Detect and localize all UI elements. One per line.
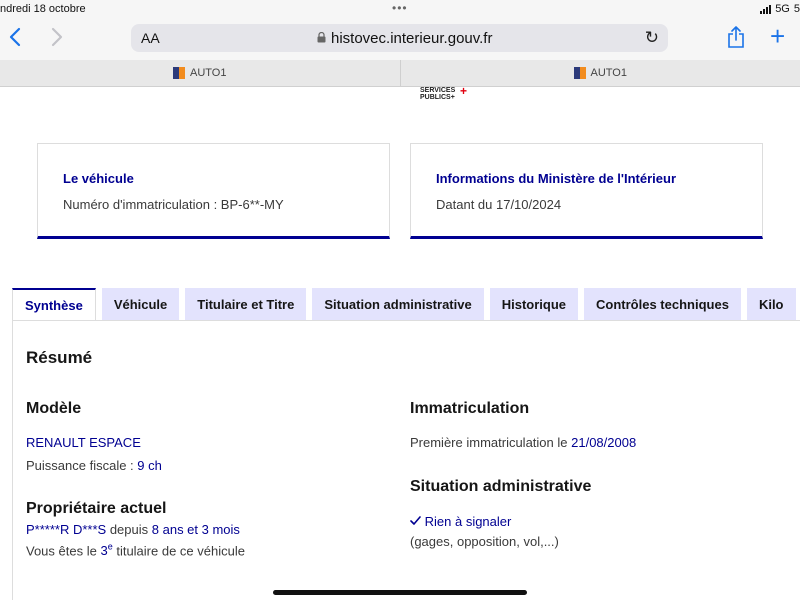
logo-line2: PUBLICS+ [420,94,455,101]
admin-heading: Situation administrative [410,478,592,495]
lock-icon [317,32,326,43]
logo-plus-icon: + [460,84,468,98]
text-size-button[interactable]: AA [141,30,160,46]
owner-rank: Vous êtes le 3e titulaire de ce véhicule [26,542,245,558]
report-date: Datant du 17/10/2024 [436,197,562,212]
logo-line1: SERVICES [420,87,456,94]
browser-tab-title: AUTO1 [590,67,627,79]
back-chevron-icon[interactable] [8,26,28,50]
status-right: 5G 5 [760,3,800,15]
owner-since-value: 8 ans et 3 mois [151,522,240,537]
registration-heading: Immatriculation [410,400,530,417]
tab-synthese[interactable]: Synthèse [12,288,96,321]
home-indicator[interactable] [273,590,527,595]
admin-status: Rien à signaler [410,514,511,529]
auto1-favicon-icon [173,67,185,79]
owner-line: P*****R D***S depuis 8 ans et 3 mois [26,522,240,537]
model-heading: Modèle [26,400,82,417]
tab-controles-techniques[interactable]: Contrôles techniques [584,288,741,320]
model-name: RENAULT ESPACE [26,435,141,450]
first-registration-label: Première immatriculation le [410,435,568,450]
browser-tab-title: AUTO1 [190,67,227,79]
signal-icon [760,4,772,14]
registration-number: Numéro d'immatriculation : BP-6**-MY [63,197,284,212]
vehicle-card: Le véhicule Numéro d'immatriculation : B… [37,143,390,239]
browser-toolbar: AA histovec.interieur.gouv.fr ↻ + [0,20,800,60]
url-text[interactable]: histovec.interieur.gouv.fr [331,30,492,47]
admin-detail: (gages, opposition, vol,...) [410,534,559,549]
admin-status-text: Rien à signaler [424,514,512,529]
ministry-card: Informations du Ministère de l'Intérieur… [410,143,763,239]
first-registration: Première immatriculation le 21/08/2008 [410,435,636,450]
owner-rank-text: titulaire de ce véhicule [116,543,245,559]
tab-situation-administrative[interactable]: Situation administrative [312,288,484,320]
fiscal-power-label: Puissance fiscale : [26,458,134,473]
browser-tab[interactable]: AUTO1 [0,60,400,86]
status-extra: 5 [793,3,800,15]
address-bar[interactable]: AA histovec.interieur.gouv.fr ↻ [131,24,668,52]
tab-kilometrage[interactable]: Kilo [746,288,796,320]
owner-rank-number: 3e [100,542,113,559]
browser-tab-strip: AUTO1 AUTO1 [0,60,800,87]
services-publics-logo[interactable]: SERVICES PUBLICS+ + [420,85,467,101]
tab-vehicule[interactable]: Véhicule [101,288,180,320]
summary-title: Résumé [26,348,93,367]
owner-heading: Propriétaire actuel [26,500,167,517]
fiscal-power: Puissance fiscale : 9 ch [26,458,162,473]
fiscal-power-value: 9 ch [137,458,162,473]
multitasking-dots-icon[interactable]: ••• [392,1,408,15]
status-bar: ndredi 18 octobre ••• 5G 5 [0,0,800,20]
report-tabs: Synthèse Véhicule Titulaire et Titre Sit… [12,288,796,321]
auto1-favicon-icon [573,67,586,79]
forward-chevron-icon[interactable] [50,26,70,50]
owner-rank-digit: 3 [100,543,108,559]
tab-titulaire[interactable]: Titulaire et Titre [185,288,307,320]
ministry-card-title: Informations du Ministère de l'Intérieur [436,171,677,186]
status-date: ndredi 18 octobre [0,3,86,15]
reload-icon[interactable]: ↻ [645,28,659,48]
owner-name: P*****R D***S [26,522,107,537]
check-icon [410,516,421,525]
first-registration-date: 21/08/2008 [571,435,637,450]
network-label: 5G [775,3,790,15]
share-icon[interactable] [727,26,745,48]
owner-rank-prefix: Vous êtes le [26,543,97,559]
owner-rank-suffix: e [107,542,113,552]
tab-historique[interactable]: Historique [489,288,579,320]
vehicle-card-title: Le véhicule [63,171,134,186]
new-tab-plus-icon[interactable]: + [770,21,785,51]
browser-tab[interactable]: AUTO1 [399,60,800,86]
owner-since-label: depuis [109,522,149,537]
